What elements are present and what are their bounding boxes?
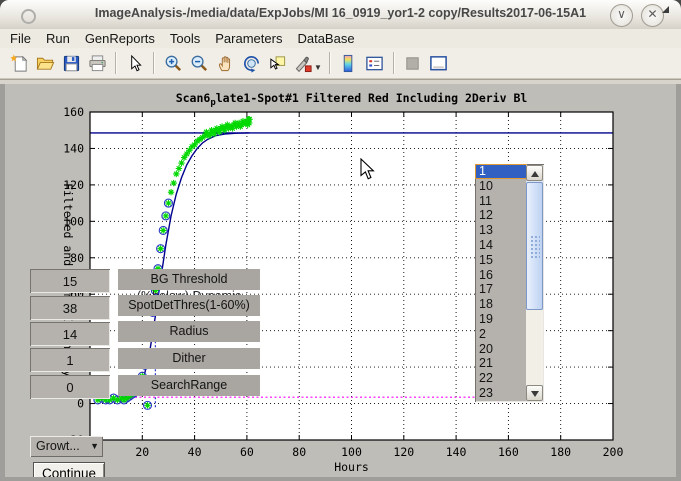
shade-window-button[interactable]: ∨: [610, 4, 633, 27]
listbox-item[interactable]: 2: [475, 327, 527, 342]
svg-text:200: 200: [603, 445, 624, 459]
new-document-icon[interactable]: [6, 50, 32, 76]
spot-det-thres-label: SpotDetThres(1-60%): [118, 295, 260, 316]
listbox-scrollbar[interactable]: [526, 165, 543, 401]
dock-figure-icon[interactable]: [426, 50, 452, 76]
zoom-out-icon[interactable]: [186, 50, 212, 76]
menu-item-tools[interactable]: Tools: [170, 31, 200, 46]
dither-field[interactable]: [30, 348, 110, 372]
svg-text:180: 180: [550, 445, 571, 459]
svg-text:40: 40: [188, 445, 202, 459]
svg-text:120: 120: [63, 178, 84, 192]
svg-text:160: 160: [498, 445, 519, 459]
chevron-down-icon[interactable]: ▼: [314, 63, 322, 72]
zoom-in-icon[interactable]: [160, 50, 186, 76]
window-frame-left: [0, 84, 5, 481]
svg-text:80: 80: [292, 445, 306, 459]
listbox-item[interactable]: 13: [475, 223, 527, 238]
window-frame-right: [676, 84, 681, 481]
menu-item-database[interactable]: DataBase: [297, 31, 354, 46]
menu-item-file[interactable]: File: [10, 31, 31, 46]
scroll-down-icon[interactable]: [526, 385, 543, 401]
listbox-item[interactable]: 15: [475, 253, 527, 268]
spot-det-thres-field[interactable]: [30, 296, 110, 320]
data-cursor-icon[interactable]: [264, 50, 290, 76]
pointer-icon[interactable]: [122, 50, 148, 76]
listbox-item[interactable]: 18: [475, 297, 527, 312]
svg-text:120: 120: [393, 445, 414, 459]
insert-legend-icon[interactable]: [362, 50, 388, 76]
pan-hand-icon[interactable]: [212, 50, 238, 76]
scrollbar-track[interactable]: [526, 310, 543, 385]
listbox-item[interactable]: 11: [475, 194, 527, 209]
menu-item-run[interactable]: Run: [46, 31, 70, 46]
svg-text:160: 160: [63, 105, 84, 119]
svg-text:100: 100: [63, 214, 84, 228]
svg-text:140: 140: [446, 445, 467, 459]
scrollbar-thumb[interactable]: [526, 182, 543, 310]
listbox-item[interactable]: 14: [475, 238, 527, 253]
window-title: ImageAnalysis-/media/data/ExpJobs/MI 16_…: [0, 6, 681, 20]
svg-text:20: 20: [135, 445, 149, 459]
svg-text:Hours: Hours: [334, 460, 369, 474]
insert-colorbar-icon[interactable]: [336, 50, 362, 76]
radius-label: Radius: [118, 321, 260, 342]
toolbar-separator: [329, 52, 331, 74]
save-icon[interactable]: [58, 50, 84, 76]
listbox-item[interactable]: 16: [475, 268, 527, 283]
toolbar-separator: [153, 52, 155, 74]
scroll-up-icon[interactable]: [526, 165, 543, 181]
dither-label: Dither: [118, 348, 260, 369]
rotate-3d-icon[interactable]: [238, 50, 264, 76]
spot-number-listbox[interactable]: 110111213141516171819220212223: [475, 164, 544, 402]
listbox-item[interactable]: 1: [475, 164, 527, 179]
toolbar-separator: [115, 52, 117, 74]
growth-popup-label: Growt...: [36, 439, 80, 453]
toolbar-separator: [393, 52, 395, 74]
brush-icon[interactable]: [290, 50, 316, 76]
growth-popup-menu[interactable]: Growt... ▼: [30, 436, 103, 457]
bg-threshold-field[interactable]: [30, 269, 110, 293]
mouse-cursor: [360, 158, 376, 182]
figure-canvas: 020406080100120140160180200-200204060801…: [0, 84, 681, 481]
listbox-item[interactable]: 19: [475, 312, 527, 327]
svg-text:60: 60: [240, 445, 254, 459]
listbox-item[interactable]: 21: [475, 356, 527, 371]
bg-threshold-label: BG Threshold: [118, 269, 260, 290]
listbox-item[interactable]: 23: [475, 386, 527, 401]
open-folder-icon[interactable]: [32, 50, 58, 76]
menu-item-parameters[interactable]: Parameters: [215, 31, 282, 46]
menu-item-genreports[interactable]: GenReports: [85, 31, 155, 46]
listbox-item[interactable]: 10: [475, 179, 527, 194]
svg-text:Scan6plate1-Spot#1 Filtered Re: Scan6plate1-Spot#1 Filtered Red Includin…: [176, 91, 528, 108]
plot-square-icon[interactable]: [400, 50, 426, 76]
svg-text:100: 100: [341, 445, 362, 459]
svg-text:80: 80: [70, 251, 84, 265]
chevron-down-icon: ▼: [90, 436, 99, 456]
search-range-label: SearchRange: [118, 375, 260, 396]
svg-text:140: 140: [63, 141, 84, 155]
toolbar: ▼: [0, 48, 681, 79]
print-icon[interactable]: [84, 50, 110, 76]
close-window-button[interactable]: ✕: [641, 4, 664, 27]
listbox-item[interactable]: 12: [475, 208, 527, 223]
menu-overflow-icon[interactable]: [662, 6, 669, 13]
listbox-item[interactable]: 20: [475, 342, 527, 357]
menu-bar: File Run GenReports Tools Parameters DataBase: [0, 29, 681, 48]
window-frame-bottom: [0, 477, 681, 481]
listbox-item[interactable]: 17: [475, 282, 527, 297]
listbox-item[interactable]: 22: [475, 371, 527, 386]
window-titlebar[interactable]: ImageAnalysis-/media/data/ExpJobs/MI 16_…: [0, 0, 681, 30]
application-window: ImageAnalysis-/media/data/ExpJobs/MI 16_…: [0, 0, 681, 481]
radius-field[interactable]: [30, 322, 110, 346]
search-range-field[interactable]: [30, 375, 110, 399]
